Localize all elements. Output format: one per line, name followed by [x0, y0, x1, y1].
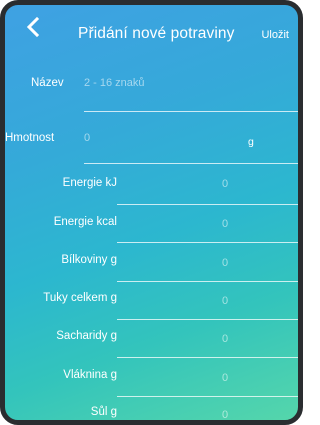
- nutrient-row-energy-kcal: Energie kcal 0: [5, 213, 298, 251]
- carbs-label: Sacharidy g: [56, 330, 117, 342]
- weight-unit: g: [248, 136, 254, 148]
- name-row: Název 2 - 16 znaků: [5, 77, 298, 117]
- weight-divider: [84, 163, 298, 164]
- protein-divider: [117, 281, 298, 282]
- name-divider: [84, 111, 298, 112]
- nutrient-row-protein: Bílkoviny g 0: [5, 251, 298, 289]
- energy-kcal-divider: [117, 242, 298, 243]
- energy-kj-label: Energie kJ: [62, 177, 117, 189]
- weight-label: Hmotnost: [5, 132, 55, 144]
- back-button[interactable]: [19, 13, 47, 41]
- nutrient-row-fat: Tuky celkem g 0: [5, 290, 298, 328]
- energy-kj-input[interactable]: 0: [222, 178, 228, 190]
- fat-label: Tuky celkem g: [43, 292, 117, 304]
- fat-divider: [117, 319, 298, 320]
- carbs-divider: [117, 357, 298, 358]
- energy-kcal-input[interactable]: 0: [222, 218, 228, 230]
- header-bar: Přidání nové potraviny Uložit: [5, 5, 298, 51]
- energy-kj-divider: [117, 204, 298, 205]
- nutrient-row-carbs: Sacharidy g 0: [5, 328, 298, 366]
- salt-label: Sůl g: [90, 406, 117, 418]
- save-button[interactable]: Uložit: [261, 29, 289, 41]
- fiber-divider: [117, 396, 298, 397]
- nutrient-row-energy-kj: Energie kJ 0: [5, 175, 298, 213]
- fiber-label: Vláknina g: [63, 369, 117, 381]
- name-label: Název: [31, 77, 64, 89]
- weight-input[interactable]: 0: [84, 132, 90, 144]
- protein-input[interactable]: 0: [222, 257, 228, 269]
- salt-input[interactable]: 0: [222, 409, 228, 420]
- page-title: Přidání nové potraviny: [78, 25, 235, 42]
- nutrient-row-salt: Sůl g 0: [5, 404, 298, 420]
- weight-row: Hmotnost 0 g: [5, 126, 298, 166]
- carbs-input[interactable]: 0: [222, 333, 228, 345]
- fat-input[interactable]: 0: [222, 295, 228, 307]
- nutrient-row-fiber: Vláknina g 0: [5, 366, 298, 404]
- protein-label: Bílkoviny g: [61, 254, 117, 266]
- energy-kcal-label: Energie kcal: [53, 216, 117, 228]
- name-input[interactable]: 2 - 16 znaků: [84, 77, 145, 89]
- chevron-left-icon: [26, 16, 40, 38]
- phone-frame: Přidání nové potraviny Uložit Název 2 - …: [0, 0, 303, 425]
- fiber-input[interactable]: 0: [222, 372, 228, 384]
